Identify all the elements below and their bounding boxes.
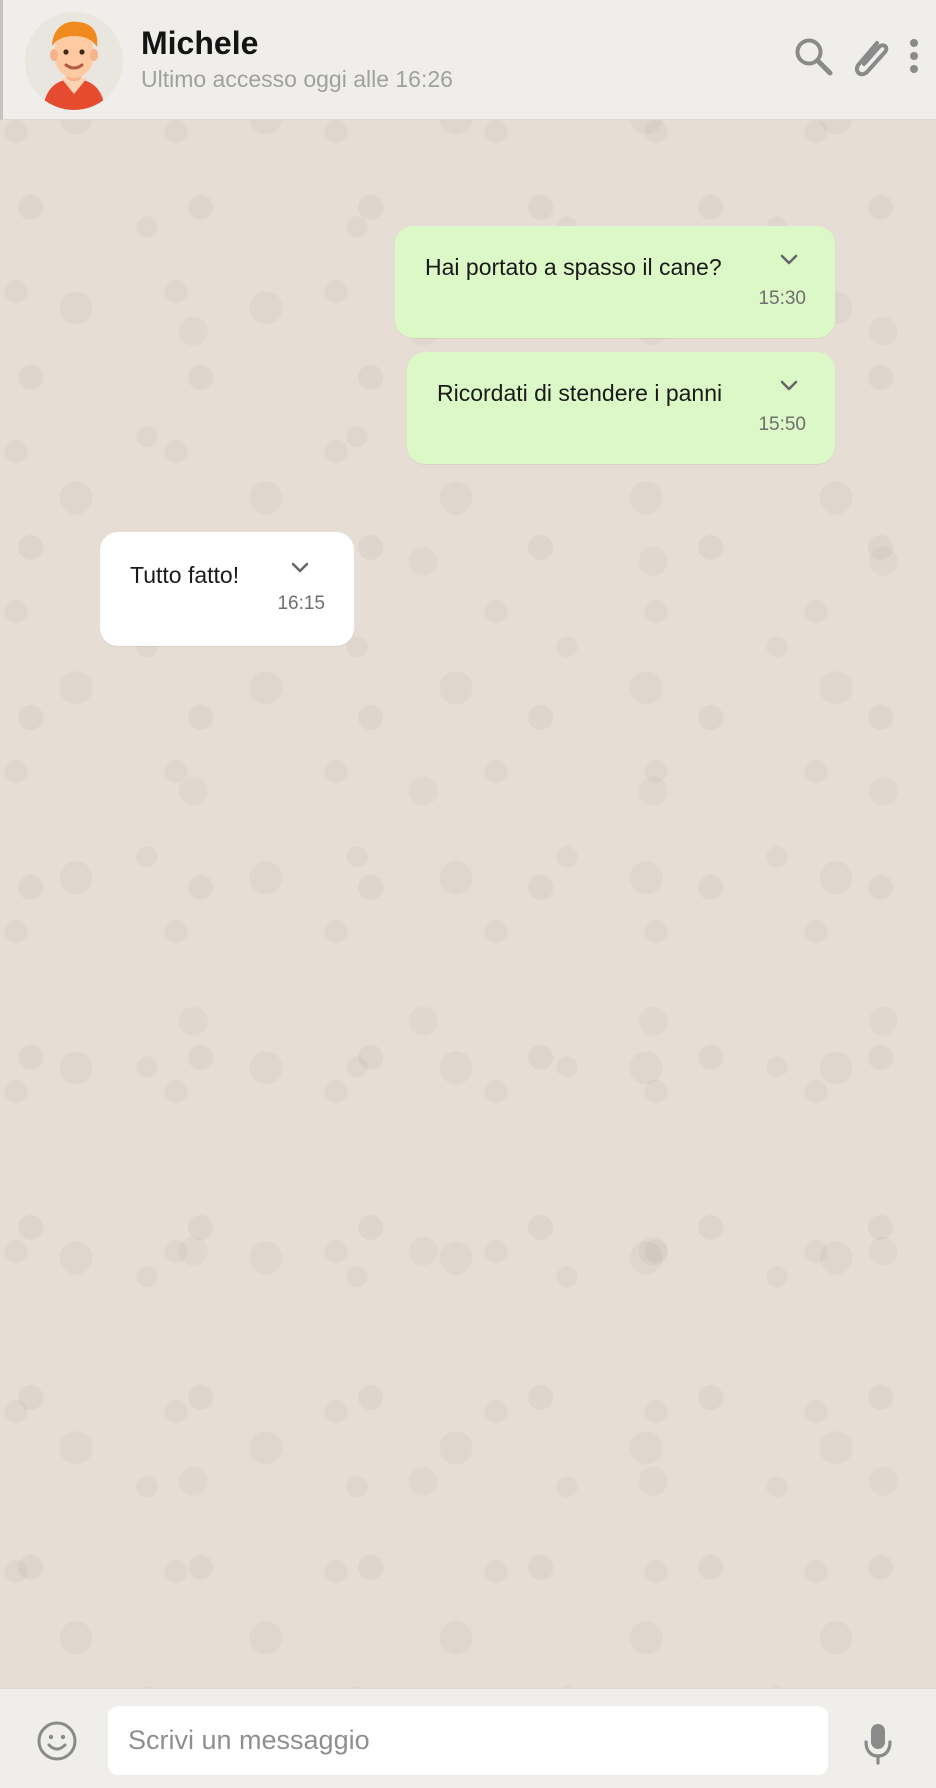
message-time: 15:30 [758, 288, 806, 309]
emoji-icon [37, 1721, 77, 1761]
microphone-icon [864, 1724, 892, 1765]
contact-name[interactable]: Michele [141, 25, 258, 62]
attach-button[interactable] [849, 33, 893, 79]
chevron-down-icon[interactable] [780, 254, 798, 266]
chat-screen: Michele Ultimo accesso oggi alle 16:26 H… [0, 0, 936, 1788]
emoji-button[interactable] [35, 1719, 79, 1763]
paperclip-icon [854, 41, 889, 77]
microphone-button[interactable] [858, 1719, 898, 1767]
chevron-down-icon[interactable] [780, 380, 798, 392]
message-text: Hai portato a spasso il cane? [425, 254, 722, 280]
message-text: Ricordati di stendere i panni [437, 380, 723, 406]
message-bubble-received[interactable]: Tutto fatto! 16:15 [100, 532, 354, 646]
message-composer [0, 1688, 936, 1788]
avatar-icon [25, 12, 123, 110]
message-input[interactable] [108, 1706, 828, 1775]
menu-button[interactable] [891, 33, 936, 79]
message-bubble-sent[interactable]: Ricordati di stendere i panni 15:50 [407, 352, 835, 464]
message-text: Tutto fatto! [130, 562, 240, 588]
message-time: 15:50 [758, 414, 806, 435]
search-button[interactable] [791, 33, 835, 79]
contact-avatar[interactable] [25, 12, 123, 110]
chat-header: Michele Ultimo accesso oggi alle 16:26 [0, 0, 936, 120]
more-vertical-icon [910, 39, 918, 73]
message-bubble-sent[interactable]: Hai portato a spasso il cane? 15:30 [395, 226, 835, 338]
chevron-down-icon[interactable] [291, 562, 309, 574]
message-time: 16:15 [277, 593, 325, 614]
last-seen-status: Ultimo accesso oggi alle 16:26 [141, 66, 453, 92]
search-icon [795, 38, 833, 76]
